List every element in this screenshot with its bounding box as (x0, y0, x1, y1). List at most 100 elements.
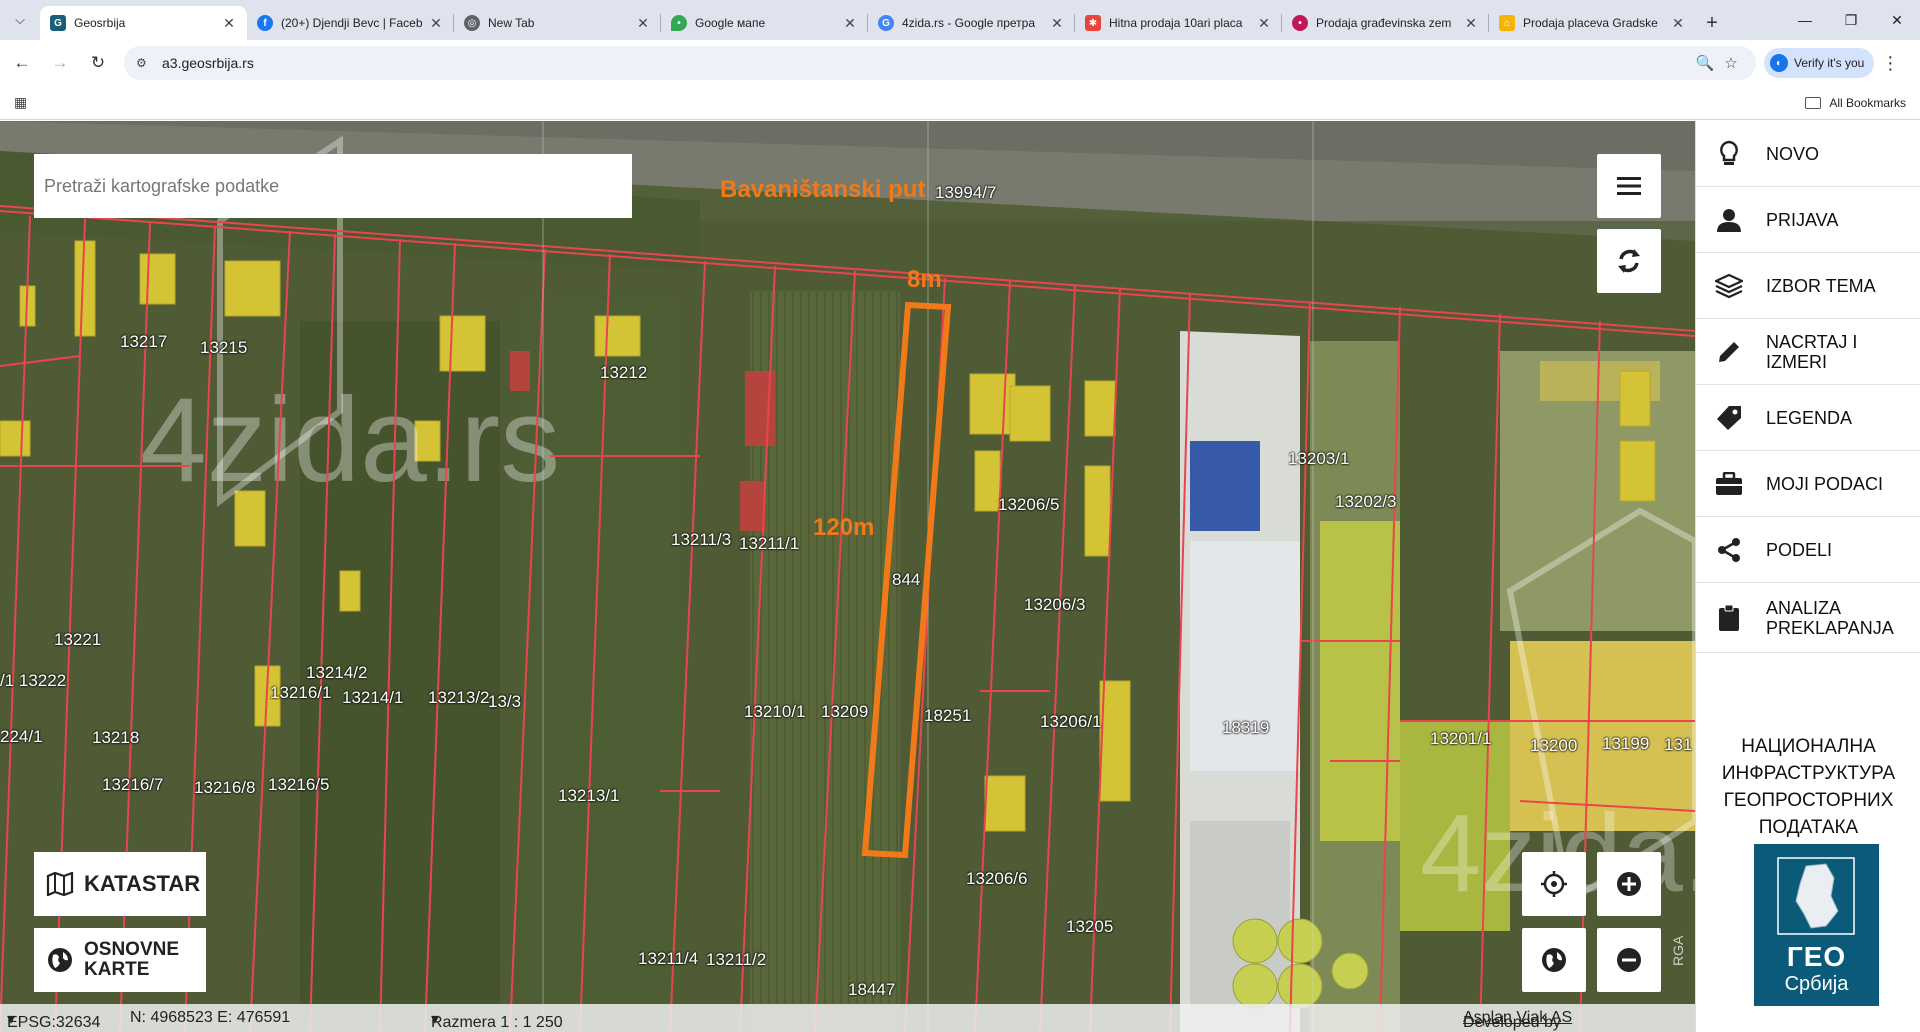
parcel-label: 13213/2 (428, 688, 490, 707)
tab-title: Prodaja placeva Gradske (1523, 16, 1658, 30)
reload-icon[interactable]: ↻ (82, 47, 114, 79)
parcel-label: 13214/2 (306, 663, 368, 682)
parcel-label: 131 (1664, 735, 1693, 754)
close-icon[interactable]: ✕ (221, 15, 237, 32)
length-annotation: 120m (813, 514, 875, 541)
globe-icon (48, 948, 72, 972)
parcel-label: 13218 (92, 728, 140, 747)
parcel-label: /1 13222 (0, 671, 67, 690)
share-icon (1714, 535, 1744, 565)
menu-label: PRIJAVA (1766, 209, 1839, 230)
zoom-in-button[interactable] (1597, 852, 1661, 916)
close-window-icon[interactable]: ✕ (1874, 0, 1920, 40)
verify-profile-button[interactable]: ◐ Verify it's you (1764, 48, 1875, 78)
menu-item-analiza[interactable]: ANALIZA PREKLAPANJA (1696, 583, 1920, 653)
maps-pin-icon: • (671, 15, 687, 31)
url-text[interactable]: a3.geosrbija.rs (162, 55, 1692, 71)
zoom-out-button[interactable] (1597, 928, 1661, 992)
osnovne-line2: KARTE (84, 959, 150, 980)
menu-label: MOJI PODACI (1766, 473, 1884, 494)
epsg-select[interactable]: EPSG:32634 ▾ (7, 1009, 100, 1031)
katastar-button[interactable]: KATASTAR (34, 852, 206, 916)
scale-select[interactable]: Razmera 1 : 1 250 ▾ (431, 1009, 563, 1031)
tab-google-maps[interactable]: • Google мапе ✕ (661, 6, 868, 40)
nipp-title: НАЦИОНАЛНА ИНФРАСТРУКТУРА ГЕОПРОСТОРНИХ … (1696, 733, 1920, 841)
parcel-label: 13216/5 (268, 775, 330, 794)
bookmark-star-icon[interactable]: ☆ (1718, 54, 1744, 72)
parcel-label: 13213/1 (558, 786, 620, 805)
refresh-map-button[interactable] (1597, 229, 1661, 293)
menu-toggle-button[interactable] (1597, 154, 1661, 218)
more-menu-icon[interactable]: ⋮ (1874, 53, 1906, 74)
address-bar[interactable]: ⚙ a3.geosrbija.rs 🔍 ☆ (124, 46, 1756, 80)
map-view[interactable]: 4zida.rs 4zida.rs (0, 121, 1695, 1032)
map-search-box[interactable] (34, 154, 632, 218)
tab-title: Geosrbija (74, 16, 126, 30)
osnovne-karte-button[interactable]: OSNOVNE KARTE (34, 928, 206, 992)
halo-icon: ✱ (1085, 15, 1101, 31)
parcel-label: 13209 (821, 702, 869, 721)
parcel-label: 13210/1 (744, 702, 806, 721)
katastar-label: KATASTAR (84, 871, 201, 896)
tab-google-search[interactable]: G 4zida.rs - Google претра ✕ (868, 6, 1075, 40)
parcel-label: 13212 (600, 363, 648, 382)
parcel-label: 18447 (848, 980, 896, 999)
satellite-imagery[interactable]: 4zida.rs 4zida.rs (0, 121, 1695, 1032)
chrome-icon: ◎ (464, 15, 480, 31)
parcel-label: 13217 (120, 332, 168, 351)
tab-gradjevinska[interactable]: • Prodaja građevinska zem ✕ (1282, 6, 1489, 40)
back-arrow-icon[interactable]: ← (6, 47, 38, 79)
parcel-label: 13203/1 (1288, 449, 1350, 468)
logo-title: ГЕО (1786, 941, 1847, 972)
close-icon[interactable]: ✕ (1463, 15, 1479, 32)
google-icon: G (878, 15, 894, 31)
menu-item-legenda[interactable]: LEGENDA (1696, 385, 1920, 451)
map-search-input[interactable] (44, 175, 622, 197)
close-icon[interactable]: ✕ (428, 15, 444, 32)
folder-icon (1805, 96, 1822, 109)
tab-geosrbija[interactable]: G Geosrbija ✕ (40, 6, 247, 40)
all-bookmarks-button[interactable]: All Bookmarks (1805, 96, 1906, 110)
minimize-icon[interactable]: — (1782, 0, 1828, 40)
parcel-label: 13216/8 (194, 778, 256, 797)
close-icon[interactable]: ✕ (1049, 15, 1065, 32)
osnovne-karte-label: OSNOVNE KARTE (84, 940, 179, 980)
pencil-icon (1714, 337, 1744, 367)
tab-new-tab[interactable]: ◎ New Tab ✕ (454, 6, 661, 40)
apps-grid-icon[interactable]: ▦ (14, 94, 27, 111)
restore-icon[interactable]: ❐ (1828, 0, 1874, 40)
parcel-label: 13205 (1066, 917, 1114, 936)
parcel-label: 13211/2 (706, 950, 767, 969)
tab-hitna-prodaja[interactable]: ✱ Hitna prodaja 10ari placa ✕ (1075, 6, 1282, 40)
geo-srbija-logo[interactable]: ГЕО Србија (1754, 844, 1879, 1006)
tab-title: Prodaja građevinska zem (1316, 16, 1452, 30)
globe-icon (1542, 948, 1566, 972)
close-icon[interactable]: ✕ (842, 15, 858, 32)
close-icon[interactable]: ✕ (1256, 15, 1272, 32)
tab-search-chevron-icon[interactable]: ⌵ (0, 0, 40, 40)
menu-item-podeli[interactable]: PODELI (1696, 517, 1920, 583)
map-icon (46, 872, 74, 896)
parcel-label: 13199 (1602, 734, 1650, 753)
menu-item-izbor-tema[interactable]: IZBOR TEMA (1696, 253, 1920, 319)
new-tab-button[interactable]: + (1696, 6, 1728, 40)
plus-circle-icon (1617, 872, 1641, 896)
forward-arrow-icon[interactable]: → (44, 47, 76, 79)
watermark-text: 4zida.rs (140, 373, 560, 507)
tab-placevi[interactable]: ⌂ Prodaja placeva Gradske ✕ (1489, 6, 1696, 40)
tab-facebook[interactable]: f (20+) Djendji Bevc | Faceb ✕ (247, 6, 454, 40)
osnovne-line1: OSNOVNE (84, 939, 180, 960)
menu-item-moji-podaci[interactable]: MOJI PODACI (1696, 451, 1920, 517)
close-icon[interactable]: ✕ (635, 15, 651, 32)
close-icon[interactable]: ✕ (1670, 15, 1686, 32)
nipp-line: НАЦИОНАЛНА (1741, 736, 1876, 757)
locate-me-button[interactable] (1522, 852, 1586, 916)
menu-item-nacrtaj[interactable]: NACRTAJ I IZMERI (1696, 319, 1920, 385)
globe-view-button[interactable] (1522, 928, 1586, 992)
zoom-icon[interactable]: 🔍 (1692, 54, 1718, 72)
menu-item-prijava[interactable]: PRIJAVA (1696, 187, 1920, 253)
menu-item-novo[interactable]: NOVO (1696, 121, 1920, 187)
site-settings-icon[interactable]: ⚙ (136, 56, 152, 70)
coordinates-readout: N: 4968523 E: 476591 (130, 1009, 291, 1026)
epsg-label: EPSG:32634 (7, 1014, 101, 1031)
